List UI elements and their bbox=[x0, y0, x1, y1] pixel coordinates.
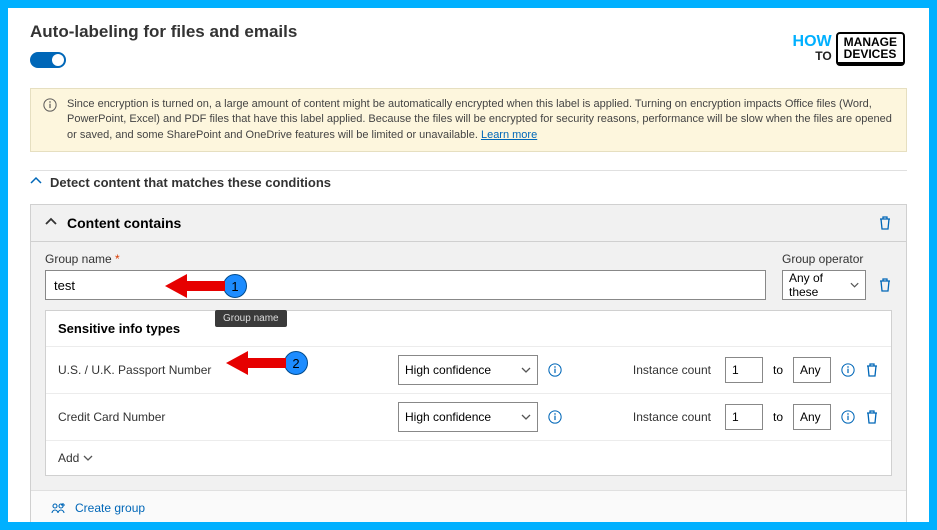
chevron-down-icon bbox=[521, 365, 531, 375]
trash-icon[interactable] bbox=[865, 409, 879, 425]
sensitive-info-header: Sensitive info types bbox=[46, 311, 891, 346]
annotation-1: 1 bbox=[165, 274, 247, 298]
logo-how: HOW bbox=[793, 35, 832, 49]
sensitive-info-panel: Sensitive info types U.S. / U.K. Passpor… bbox=[45, 310, 892, 476]
group-operator-label: Group operator bbox=[782, 252, 892, 266]
instance-to-input[interactable] bbox=[793, 357, 831, 383]
learn-more-link[interactable]: Learn more bbox=[481, 129, 537, 141]
toggle-knob bbox=[52, 54, 64, 66]
to-label: to bbox=[773, 410, 783, 424]
info-icon[interactable] bbox=[841, 363, 855, 377]
page-title: Auto-labeling for files and emails bbox=[30, 22, 907, 42]
content-contains-panel: Content contains Group name * bbox=[30, 204, 907, 522]
info-icon[interactable] bbox=[548, 410, 562, 424]
chevron-up-icon bbox=[30, 175, 42, 190]
info-icon[interactable] bbox=[548, 363, 562, 377]
red-arrow-icon bbox=[226, 351, 286, 375]
to-label: to bbox=[773, 363, 783, 377]
trash-icon[interactable] bbox=[865, 362, 879, 378]
detect-header-text: Detect content that matches these condit… bbox=[50, 175, 331, 190]
group-name-tooltip: Group name bbox=[215, 310, 287, 327]
create-group-button[interactable]: Create group bbox=[31, 490, 906, 522]
info-icon[interactable] bbox=[841, 410, 855, 424]
logo-to: TO bbox=[793, 49, 832, 63]
trash-icon[interactable] bbox=[878, 277, 892, 293]
confidence-select[interactable]: High confidence bbox=[398, 355, 538, 385]
chevron-down-icon bbox=[850, 280, 859, 290]
sit-name: Credit Card Number bbox=[58, 410, 388, 424]
marker-2: 2 bbox=[284, 351, 308, 375]
trash-icon[interactable] bbox=[878, 215, 892, 231]
chevron-down-icon bbox=[83, 453, 93, 463]
sit-name: U.S. / U.K. Passport Number bbox=[58, 363, 388, 377]
banner-text: Since encryption is turned on, a large a… bbox=[67, 98, 892, 141]
sit-row-creditcard: Credit Card Number High confidence Insta… bbox=[46, 393, 891, 440]
group-name-input[interactable] bbox=[45, 270, 766, 300]
group-row: Group name * 1 Group name Group operator bbox=[31, 242, 906, 310]
annotation-2: 2 bbox=[226, 351, 308, 375]
red-arrow-icon bbox=[165, 274, 225, 298]
instance-count-label: Instance count bbox=[633, 410, 711, 424]
logo: HOW TO MANAGE DEVICES bbox=[793, 32, 905, 66]
app-frame: HOW TO MANAGE DEVICES Auto-labeling for … bbox=[8, 8, 929, 522]
detect-section-header[interactable]: Detect content that matches these condit… bbox=[30, 171, 907, 194]
logo-box: MANAGE DEVICES bbox=[836, 32, 905, 66]
add-button[interactable]: Add bbox=[46, 440, 891, 475]
encryption-info-banner: Since encryption is turned on, a large a… bbox=[30, 88, 907, 152]
auto-labeling-toggle[interactable] bbox=[30, 52, 66, 68]
instance-from-input[interactable] bbox=[725, 404, 763, 430]
group-operator-select[interactable]: Any of these bbox=[782, 270, 866, 300]
group-name-label: Group name * bbox=[45, 252, 766, 266]
group-icon bbox=[51, 501, 67, 515]
info-icon bbox=[43, 98, 57, 112]
chevron-down-icon bbox=[521, 412, 531, 422]
confidence-select[interactable]: High confidence bbox=[398, 402, 538, 432]
panel-header: Content contains bbox=[31, 205, 906, 242]
content-contains-title: Content contains bbox=[67, 215, 181, 231]
instance-from-input[interactable] bbox=[725, 357, 763, 383]
instance-to-input[interactable] bbox=[793, 404, 831, 430]
marker-1: 1 bbox=[223, 274, 247, 298]
sit-row-passport: U.S. / U.K. Passport Number 2 High confi… bbox=[46, 346, 891, 393]
instance-count-label: Instance count bbox=[633, 363, 711, 377]
chevron-up-icon[interactable] bbox=[45, 215, 57, 231]
